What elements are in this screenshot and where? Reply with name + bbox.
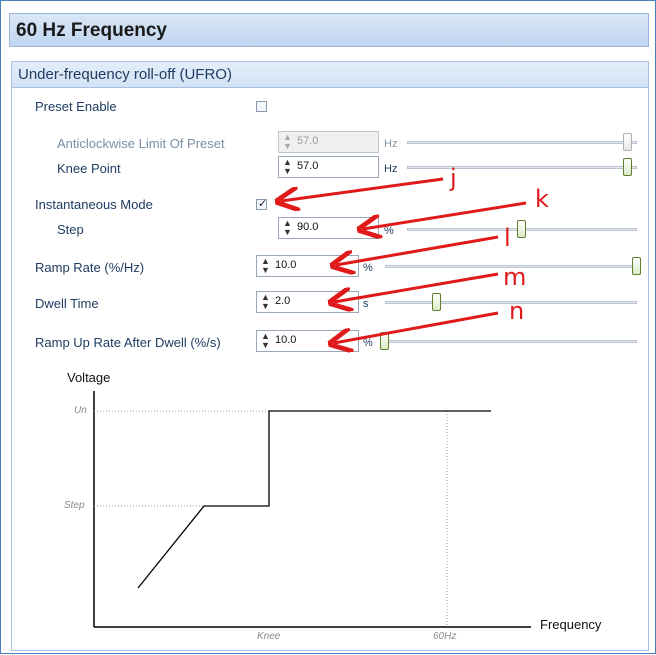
graph-tick-step: Step bbox=[64, 500, 85, 511]
voltage-curve bbox=[137, 410, 491, 589]
graph-tick-60hz: 60Hz bbox=[433, 631, 457, 642]
graph-x-label: Frequency bbox=[540, 617, 602, 632]
graph-tick-un: Un bbox=[74, 405, 87, 416]
ufro-graph bbox=[93, 391, 531, 628]
graph-tick-knee: Knee bbox=[257, 631, 281, 642]
window: 60 Hz Frequency Under-frequency roll-off… bbox=[0, 0, 656, 654]
graph-y-label: Voltage bbox=[67, 370, 111, 385]
